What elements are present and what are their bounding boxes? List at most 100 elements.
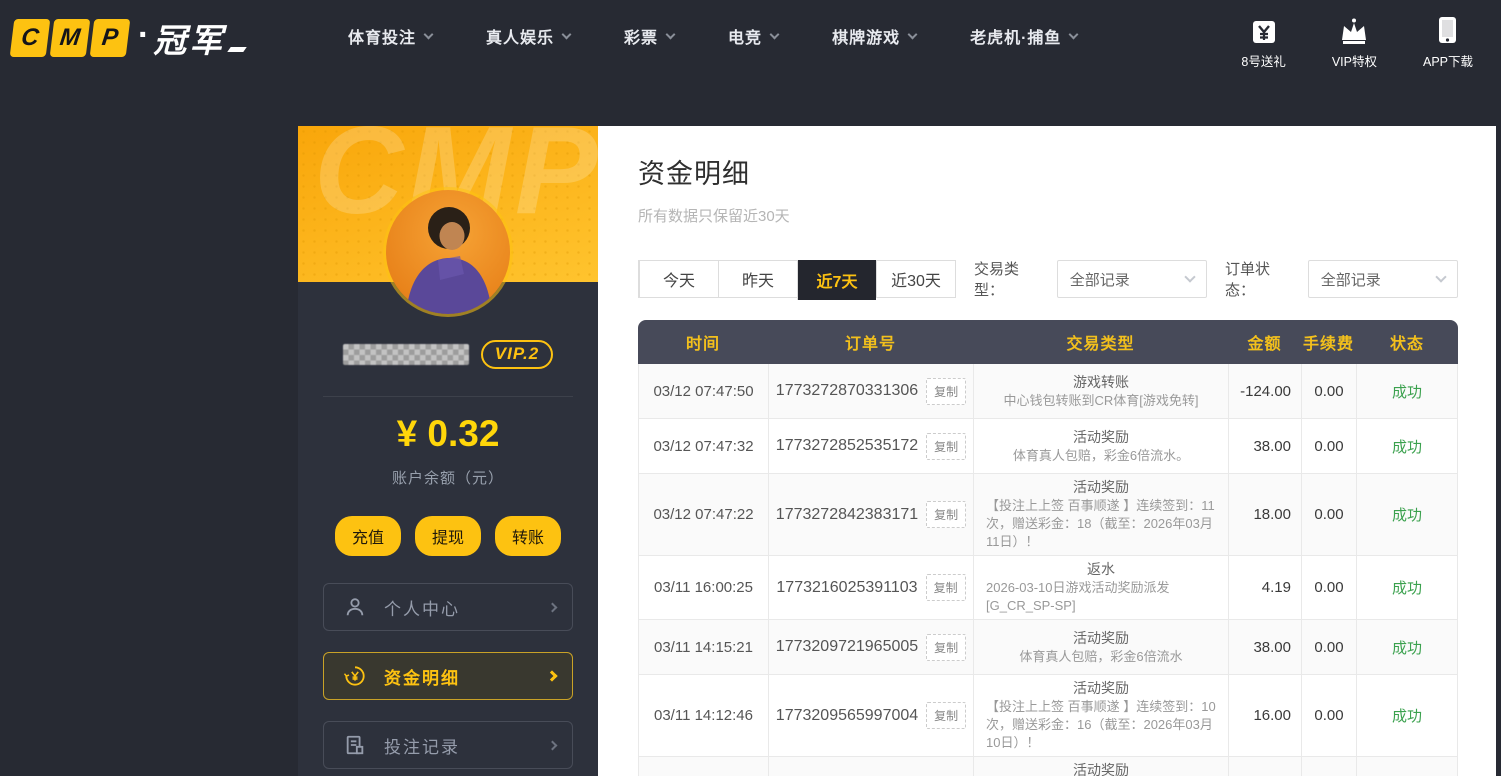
- logo-name: 冠军: [153, 14, 225, 62]
- column-header-status: 状态: [1356, 320, 1458, 364]
- transaction-type-desc: 体育真人包赔，彩金6倍流水: [1019, 648, 1182, 666]
- table-row: 03/12 07:47:50 1773272870331306 复制 游戏转账 …: [638, 364, 1458, 419]
- sidebar-item-bet-records[interactable]: 投注记录: [323, 721, 573, 769]
- order-number: 1773209721965005: [776, 638, 918, 656]
- page-subtitle: 所有数据只保留近30天: [638, 205, 1496, 226]
- user-icon: [344, 596, 366, 618]
- cell-amount: 4.19: [1229, 556, 1302, 619]
- copy-button[interactable]: 复制: [926, 634, 966, 661]
- bet-record-icon: [344, 734, 366, 756]
- transaction-type-select[interactable]: 全部记录: [1057, 260, 1207, 298]
- status-badge: 成功: [1357, 757, 1457, 776]
- username-redacted: [343, 344, 469, 365]
- nav-item-label: 彩票: [624, 24, 658, 48]
- cell-fee: 0.00: [1302, 364, 1357, 418]
- cell-amount: 10.00: [1229, 757, 1302, 776]
- date-tab[interactable]: 近7天: [797, 260, 876, 300]
- nav-item[interactable]: 体育投注: [348, 24, 432, 48]
- cell-type: 活动奖励 【USDT存款送2% 笔笔存 笔笔送】金额：1000(订单：17731…: [974, 757, 1229, 776]
- nav-item-label: 老虎机·捕鱼: [970, 24, 1061, 48]
- date-tab[interactable]: 近30天: [876, 261, 955, 297]
- cell-time: 03/11 14:15:21: [639, 620, 769, 674]
- logo-dot: ·: [138, 16, 149, 55]
- cell-amount: 38.00: [1229, 419, 1302, 473]
- nav-item-label: 体育投注: [348, 24, 416, 48]
- transaction-type-title: 活动奖励: [1073, 679, 1129, 698]
- cell-order: 1773272842383171 复制: [769, 474, 974, 555]
- top-actions: 8号送礼 VIP特权 APP下载: [1241, 16, 1473, 70]
- chevron-down-icon: [562, 29, 572, 39]
- status-badge: 成功: [1357, 675, 1457, 756]
- cell-amount: 38.00: [1229, 620, 1302, 674]
- table-row: 03/12 07:47:22 1773272842383171 复制 活动奖励 …: [638, 474, 1458, 556]
- transaction-type-title: 返水: [1087, 560, 1115, 579]
- status-badge: 成功: [1357, 419, 1457, 473]
- main-nav: 体育投注 真人娱乐 彩票 电竞 棋牌游戏: [348, 0, 1077, 72]
- wallet-action-button[interactable]: 转账: [495, 516, 561, 556]
- transaction-type-desc: 【投注上上签 百事顺遂 】连续签到：10次，赠送彩金：16（截至：2026年03…: [986, 698, 1216, 752]
- copy-button[interactable]: 复制: [926, 433, 966, 460]
- gift-link[interactable]: 8号送礼: [1241, 16, 1285, 70]
- app-download-link[interactable]: APP下载: [1423, 16, 1473, 70]
- crown-icon: [1339, 16, 1369, 44]
- logo-letter-box: M: [50, 19, 91, 57]
- funds-detail-panel: 资金明细 所有数据只保留近30天 今天 昨天 近7天 近30天 交易类型： 全部…: [598, 126, 1496, 776]
- chevron-down-icon: [1069, 29, 1079, 39]
- date-tab[interactable]: 今天: [639, 261, 718, 297]
- nav-item-label: 电竞: [728, 24, 762, 48]
- cell-type: 返水 2026-03-10日游戏活动奖励派发[G_CR_SP-SP]: [974, 556, 1229, 619]
- column-header-amount: 金额: [1228, 320, 1301, 364]
- top-bar: C M P · 冠军 体育投注 真人娱乐 彩票 电竞: [0, 0, 1501, 100]
- column-header-time: 时间: [638, 320, 768, 364]
- order-status-select[interactable]: 全部记录: [1308, 260, 1458, 298]
- table-row: 03/11 16:00:25 1773216025391103 复制 返水 20…: [638, 556, 1458, 620]
- transaction-type-desc: 体育真人包赔，彩金6倍流水。: [1013, 447, 1189, 465]
- status-badge: 成功: [1357, 474, 1457, 555]
- date-tab[interactable]: 昨天: [718, 261, 797, 297]
- wallet-action-button[interactable]: 提现: [415, 516, 481, 556]
- cell-order: 1773272852535172 复制: [769, 419, 974, 473]
- chevron-down-icon: [770, 29, 780, 39]
- copy-button[interactable]: 复制: [926, 378, 966, 405]
- sidebar-menu: 个人中心 资金明细 投注记录: [323, 583, 573, 776]
- transaction-type-label: 交易类型：: [974, 258, 1047, 300]
- column-header-fee: 手续费: [1301, 320, 1356, 364]
- nav-item[interactable]: 彩票: [624, 24, 674, 48]
- column-header-order-no: 订单号: [768, 320, 973, 364]
- nav-item[interactable]: 老虎机·捕鱼: [970, 24, 1077, 48]
- sidebar-item-funds-detail[interactable]: 资金明细: [323, 652, 573, 700]
- account-balance-label: 账户余额（元）: [298, 467, 598, 488]
- transaction-type-title: 活动奖励: [1073, 629, 1129, 648]
- cell-time: 03/12 07:47:32: [639, 419, 769, 473]
- brand-logo[interactable]: C M P · 冠军: [12, 14, 245, 62]
- divider: [323, 396, 573, 397]
- sidebar-item-personal-center[interactable]: 个人中心: [323, 583, 573, 631]
- select-value: 全部记录: [1070, 269, 1130, 290]
- copy-button[interactable]: 复制: [926, 702, 966, 729]
- nav-item[interactable]: 棋牌游戏: [832, 24, 916, 48]
- logo-letter-box: P: [90, 19, 131, 57]
- vip-link[interactable]: VIP特权: [1332, 16, 1377, 70]
- copy-button[interactable]: 复制: [926, 501, 966, 528]
- status-badge: 成功: [1357, 364, 1457, 418]
- copy-button[interactable]: 复制: [926, 574, 966, 601]
- chevron-down-icon: [1184, 271, 1195, 282]
- table-row: 03/11 14:12:46 1773209565997004 复制 活动奖励 …: [638, 675, 1458, 757]
- chevron-right-icon: [548, 740, 558, 750]
- transaction-type-title: 活动奖励: [1073, 761, 1129, 776]
- nav-item[interactable]: 电竞: [728, 24, 778, 48]
- nav-item[interactable]: 真人娱乐: [486, 24, 570, 48]
- cell-amount: -124.00: [1229, 364, 1302, 418]
- wallet-action-button[interactable]: 充值: [335, 516, 401, 556]
- logo-dash: [228, 47, 248, 52]
- order-number: 1773209565997004: [776, 707, 918, 725]
- cell-order: 1773209721965005 复制: [769, 620, 974, 674]
- cell-time: 03/12 07:47:50: [639, 364, 769, 418]
- gift-yen-icon: [1252, 16, 1276, 44]
- cell-type: 活动奖励 体育真人包赔，彩金6倍流水。: [974, 419, 1229, 473]
- cell-type: 活动奖励 【投注上上签 百事顺遂 】连续签到：10次，赠送彩金：16（截至：20…: [974, 675, 1229, 756]
- cell-time: 03/11 14:12:46: [639, 675, 769, 756]
- chevron-down-icon: [1435, 271, 1446, 282]
- profile-row: VIP.2: [298, 340, 598, 369]
- top-action-label: 8号送礼: [1241, 51, 1285, 70]
